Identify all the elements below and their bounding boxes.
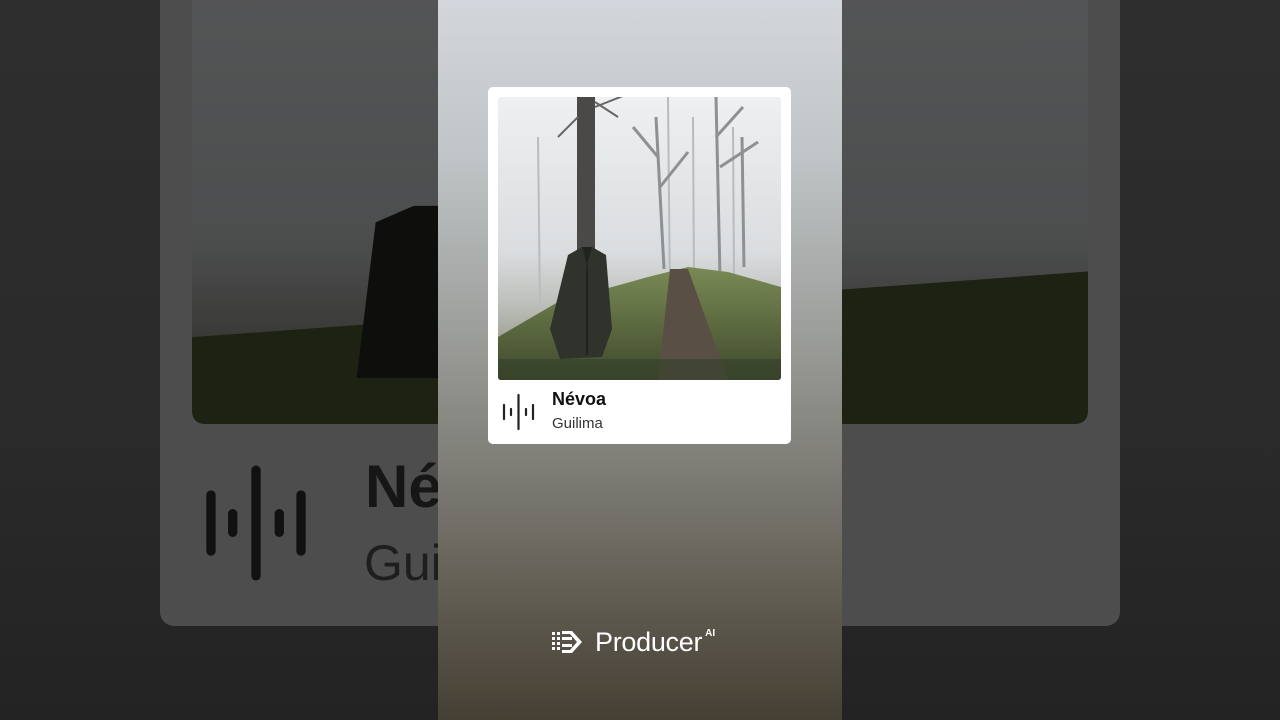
brand-suffix: AI: [705, 628, 716, 639]
brand-name: Producer: [595, 626, 703, 657]
album-art: [498, 97, 781, 380]
waveform-icon: [502, 393, 535, 431]
producer-logo-icon: [552, 631, 582, 653]
track-artist: Guilima: [552, 415, 603, 432]
background-waveform-icon: [206, 465, 306, 581]
background-track-title: Né: [365, 453, 442, 520]
brand-watermark: Producer AI: [552, 626, 715, 658]
background-track-artist: Gui: [364, 535, 442, 591]
track-card[interactable]: Névoa Guilima: [488, 87, 791, 444]
track-title: Névoa: [552, 389, 607, 409]
center-panel: Névoa Guilima Producer AI: [438, 0, 842, 720]
